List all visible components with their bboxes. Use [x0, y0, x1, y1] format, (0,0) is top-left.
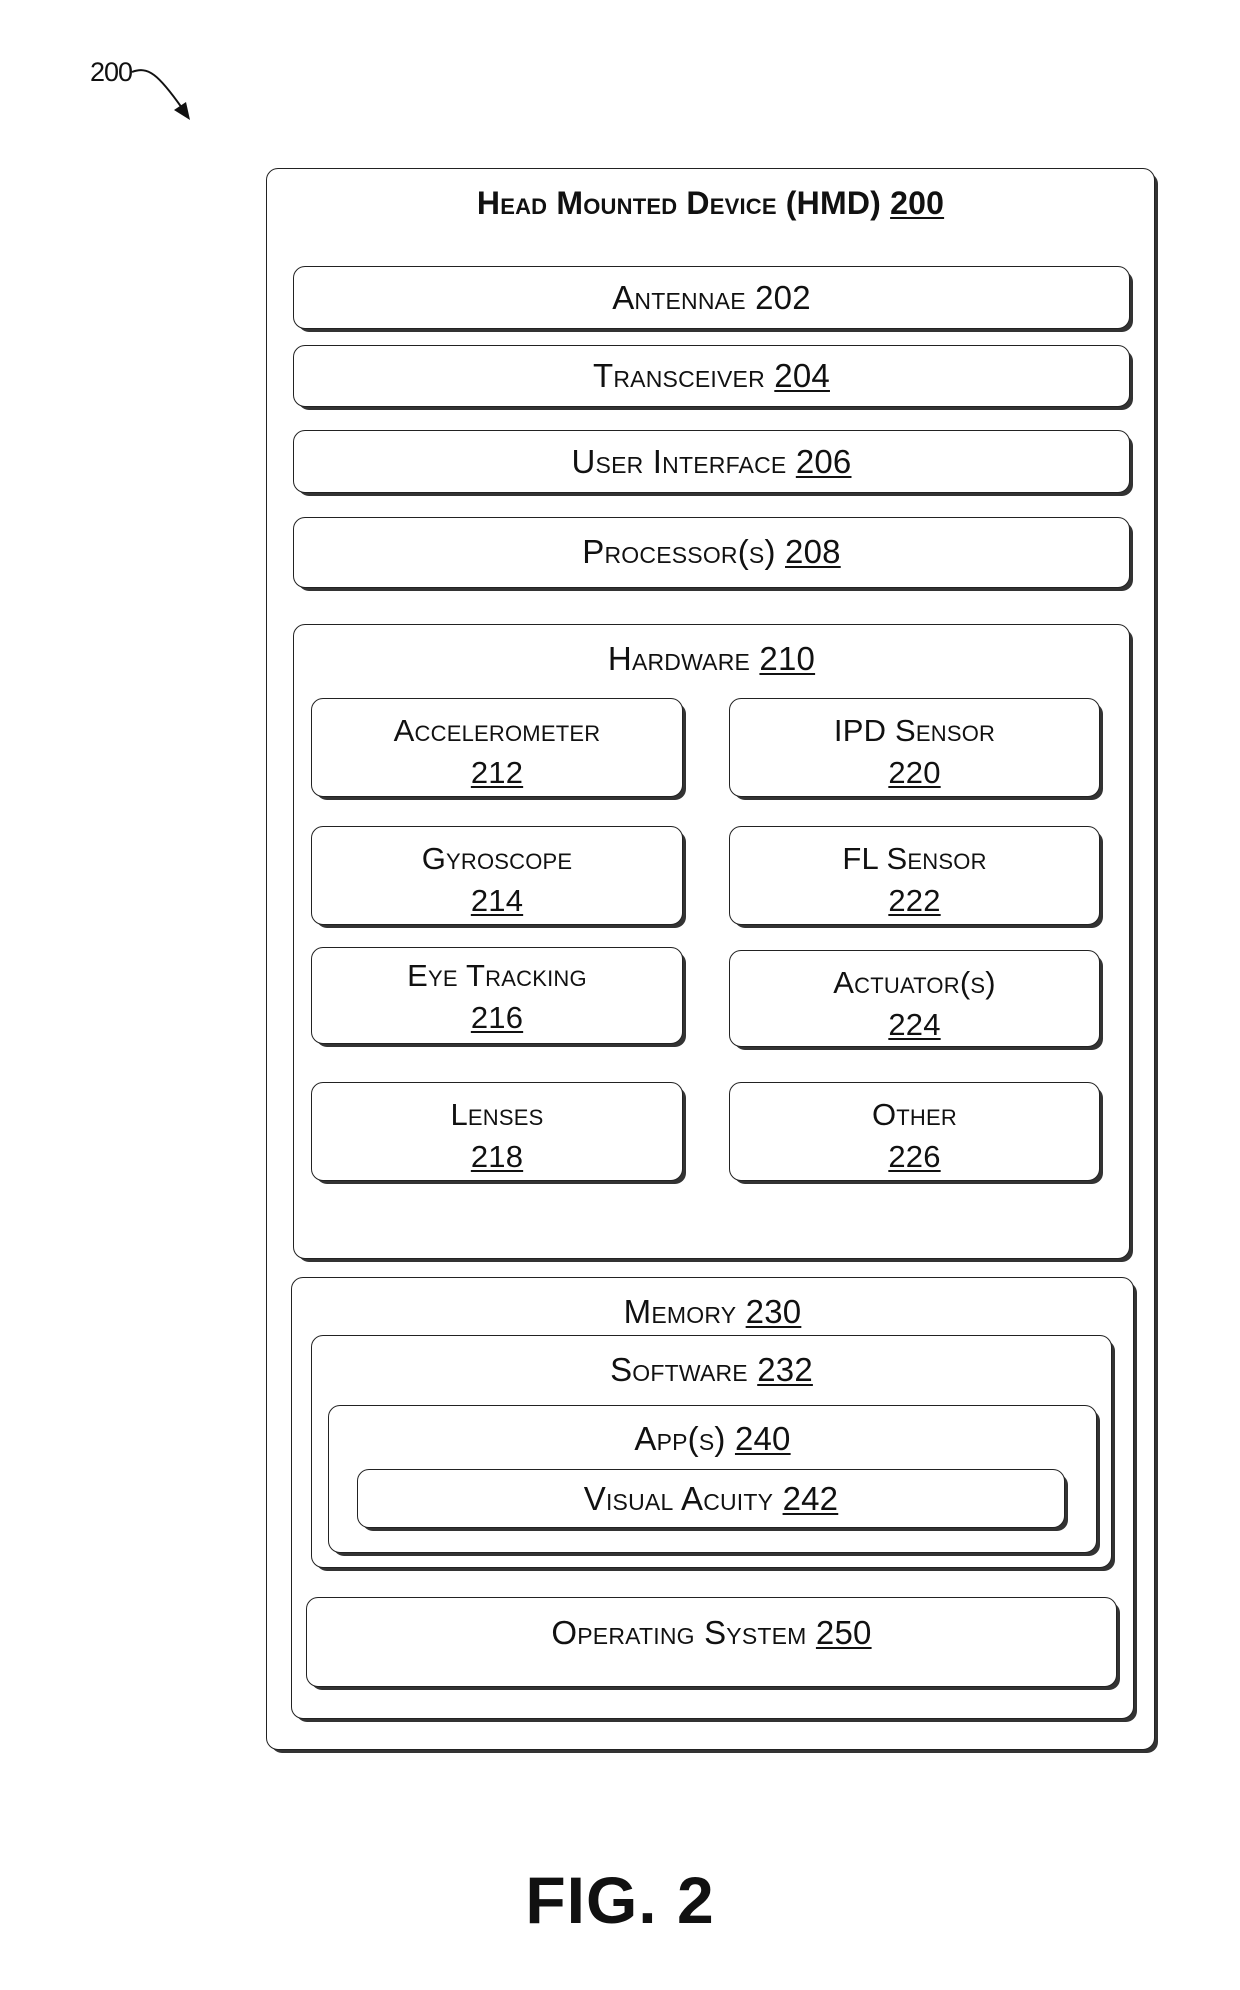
ipd-sensor-number: 220 — [888, 755, 941, 790]
apps-label: App(s) 240 — [329, 1422, 1096, 1455]
transceiver-number: 204 — [774, 357, 830, 394]
ipd-sensor-text: IPD Sensor — [833, 713, 996, 748]
visual-acuity-box: Visual Acuity 242 — [357, 1469, 1065, 1528]
antennae-text: Antennae — [612, 279, 746, 316]
memory-text: Memory — [623, 1293, 737, 1330]
software-label: Software 232 — [312, 1353, 1111, 1386]
lenses-text: Lenses — [450, 1097, 544, 1132]
lenses-number: 218 — [470, 1139, 524, 1174]
hardware-label: Hardware 210 — [294, 642, 1129, 675]
gyroscope-box: Gyroscope 214 — [311, 826, 683, 925]
reference-arrow-icon — [131, 69, 190, 120]
transceiver-box: Transceiver 204 — [293, 345, 1130, 407]
antennae-box: Antennae 202 — [293, 266, 1130, 329]
fl-sensor-number: 222 — [888, 883, 941, 918]
user-interface-box: User Interface 206 — [293, 430, 1130, 493]
hmd-number: 200 — [890, 185, 945, 221]
transceiver-label: Transceiver 204 — [294, 359, 1129, 392]
eye-tracking-number: 216 — [470, 1000, 524, 1035]
visual-acuity-label: Visual Acuity 242 — [358, 1482, 1064, 1515]
user-interface-number: 206 — [795, 443, 852, 480]
antennae-label: Antennae 202 — [294, 281, 1129, 314]
operating-system-number: 250 — [815, 1614, 872, 1651]
other-box: Other 226 — [729, 1082, 1100, 1181]
hmd-title-text: Head Mounted Device (HMD) — [476, 185, 881, 221]
figure-reference-numeral: 200 — [90, 57, 133, 87]
user-interface-text: User Interface — [571, 443, 787, 480]
operating-system-text: Operating System — [551, 1614, 807, 1651]
visual-acuity-text: Visual Acuity — [583, 1480, 774, 1517]
processors-box: Processor(s) 208 — [293, 517, 1130, 588]
lenses-box: Lenses 218 — [311, 1082, 683, 1181]
memory-number: 230 — [745, 1293, 802, 1330]
software-text: Software — [610, 1351, 748, 1388]
accelerometer-text: Accelerometer — [393, 713, 601, 748]
actuators-number: 224 — [888, 1007, 941, 1042]
processors-label: Processor(s) 208 — [294, 535, 1129, 568]
ipd-sensor-box: IPD Sensor 220 — [729, 698, 1100, 797]
apps-text: App(s) — [634, 1420, 726, 1457]
actuators-text: Actuator(s) — [833, 965, 996, 1000]
user-interface-label: User Interface 206 — [294, 445, 1129, 478]
hardware-number: 210 — [759, 640, 816, 677]
processors-text: Processor(s) — [582, 533, 776, 570]
visual-acuity-number: 242 — [782, 1480, 839, 1517]
figure-caption: FIG. 2 — [525, 1863, 715, 1937]
processors-number: 208 — [785, 533, 841, 570]
memory-label: Memory 230 — [292, 1295, 1133, 1328]
hardware-text: Hardware — [607, 640, 751, 677]
transceiver-text: Transceiver — [593, 357, 765, 394]
other-text: Other — [871, 1097, 957, 1132]
gyroscope-text: Gyroscope — [421, 841, 573, 876]
actuators-box: Actuator(s) 224 — [729, 950, 1100, 1047]
other-number: 226 — [888, 1139, 941, 1174]
eye-tracking-box: Eye Tracking 216 — [311, 947, 683, 1044]
gyroscope-number: 214 — [470, 883, 524, 918]
fl-sensor-text: FL Sensor — [842, 841, 987, 876]
eye-tracking-text: Eye Tracking — [407, 958, 587, 993]
antennae-number: 202 — [755, 279, 811, 316]
accelerometer-box: Accelerometer 212 — [311, 698, 683, 797]
accelerometer-number: 212 — [470, 755, 524, 790]
hmd-title: Head Mounted Device (HMD) 200 — [267, 187, 1154, 219]
software-number: 232 — [757, 1351, 813, 1388]
operating-system-box: Operating System 250 — [306, 1597, 1117, 1687]
fl-sensor-box: FL Sensor 222 — [729, 826, 1100, 925]
operating-system-label: Operating System 250 — [307, 1616, 1116, 1649]
apps-number: 240 — [734, 1420, 791, 1457]
